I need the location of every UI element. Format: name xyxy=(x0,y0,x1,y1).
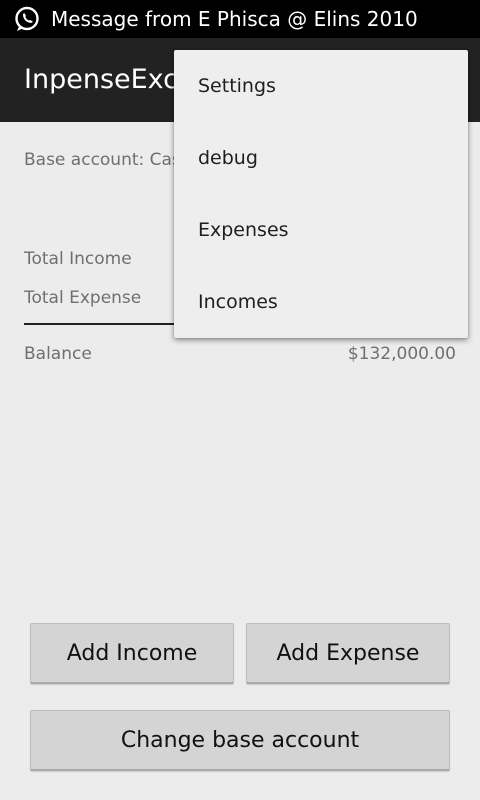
overflow-menu: Settings debug Expenses Incomes xyxy=(174,50,468,338)
change-base-account-button[interactable]: Change base account xyxy=(30,710,450,771)
whatsapp-icon xyxy=(14,6,40,32)
total-expense-label: Total Expense xyxy=(24,288,142,308)
status-bar: Message from E Phisca @ Elins 2010 xyxy=(0,0,480,38)
menu-item-settings[interactable]: Settings xyxy=(174,50,468,122)
base-account-label: Base account: Cash xyxy=(24,150,192,170)
balance-label: Balance xyxy=(24,344,92,364)
add-expense-button[interactable]: Add Expense xyxy=(246,623,450,684)
balance-value: $132,000.00 xyxy=(347,344,456,364)
menu-item-debug[interactable]: debug xyxy=(174,122,468,194)
menu-item-incomes[interactable]: Incomes xyxy=(174,266,468,338)
notification-message: Message from E Phisca @ Elins 2010 xyxy=(51,7,418,31)
app-title: InpenseExc xyxy=(24,64,179,95)
add-income-button[interactable]: Add Income xyxy=(30,623,234,684)
total-income-label: Total Income xyxy=(24,249,132,269)
menu-item-expenses[interactable]: Expenses xyxy=(174,194,468,266)
